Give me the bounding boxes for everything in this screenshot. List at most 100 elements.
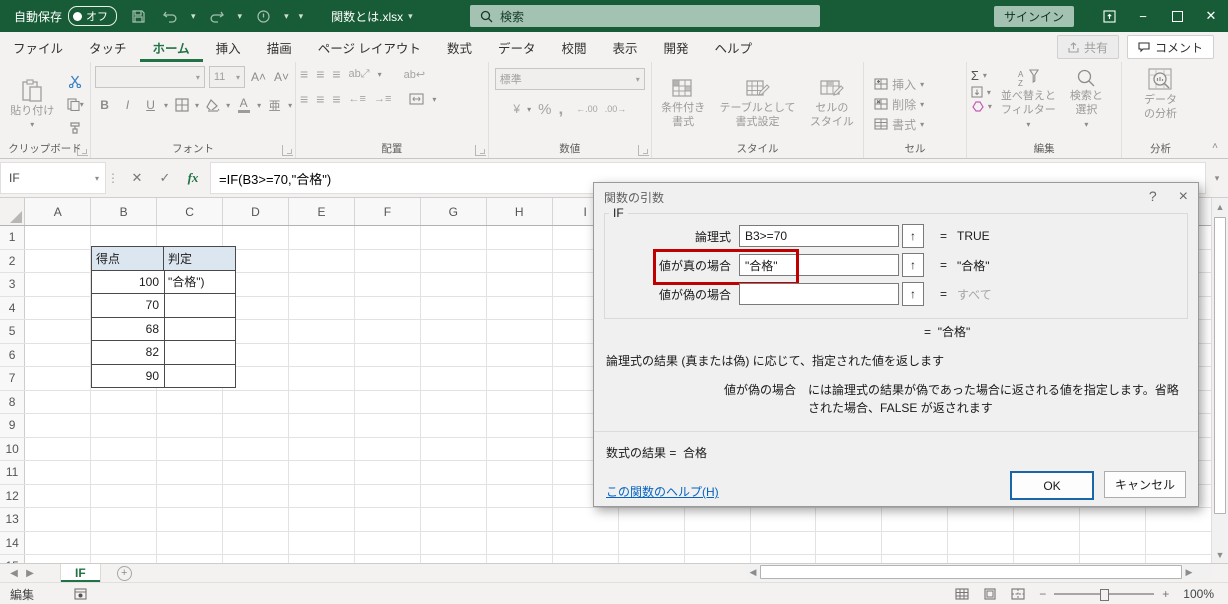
cell[interactable] — [91, 438, 157, 461]
cell[interactable] — [1080, 508, 1146, 531]
format-painter-icon[interactable] — [66, 117, 85, 137]
font-color-icon[interactable]: A — [234, 95, 253, 115]
cell[interactable] — [157, 461, 223, 484]
touch-mode-icon[interactable] — [252, 5, 274, 27]
cell[interactable] — [948, 508, 1014, 531]
cell[interactable] — [685, 555, 751, 563]
increase-decimal-icon[interactable]: ←.00 — [576, 104, 598, 114]
number-dialog-launcher[interactable] — [638, 145, 649, 156]
fill-button[interactable]: ▾ — [971, 86, 992, 98]
cell[interactable] — [1014, 555, 1080, 563]
row-header-7[interactable]: 7 — [0, 367, 25, 390]
zoom-level[interactable]: 100% — [1183, 587, 1214, 601]
cell[interactable] — [289, 508, 355, 531]
cell[interactable] — [487, 250, 553, 273]
phonetic-icon[interactable]: 亜 — [265, 95, 284, 115]
conditional-formatting-button[interactable]: 条件付き 書式 — [656, 76, 710, 132]
cell[interactable] — [289, 273, 355, 296]
row-header-4[interactable]: 4 — [0, 297, 25, 320]
decrease-decimal-icon[interactable]: .00→ — [605, 104, 627, 114]
cell[interactable] — [355, 320, 421, 343]
cell[interactable] — [355, 555, 421, 563]
column-header-H[interactable]: H — [487, 198, 553, 225]
underline-button[interactable]: U — [141, 95, 160, 115]
cell[interactable] — [355, 508, 421, 531]
next-sheet-icon[interactable]: ▶ — [22, 568, 38, 579]
undo-dropdown-icon[interactable]: ▾ — [191, 11, 196, 22]
align-left-icon[interactable]: ≡ — [300, 91, 308, 107]
tab-ページ レイアウト[interactable]: ページ レイアウト — [305, 32, 434, 62]
vertical-scrollbar-thumb[interactable] — [1214, 217, 1226, 514]
comma-format-icon[interactable]: , — [558, 99, 563, 119]
vertical-scrollbar[interactable]: ▲ ▼ — [1211, 198, 1228, 563]
cell[interactable] — [355, 414, 421, 437]
arg-input-0[interactable]: B3>=70 — [739, 225, 899, 247]
cell[interactable] — [421, 273, 487, 296]
cell[interactable] — [25, 485, 91, 508]
undo-icon[interactable] — [159, 5, 181, 27]
cell[interactable] — [223, 414, 289, 437]
cell[interactable] — [1146, 532, 1212, 555]
cell[interactable] — [882, 532, 948, 555]
cell[interactable] — [355, 367, 421, 390]
horizontal-scrollbar-thumb[interactable] — [760, 565, 1182, 579]
score-cell[interactable]: 68 — [91, 317, 165, 342]
align-middle-icon[interactable]: ≡ — [316, 66, 324, 82]
cell[interactable] — [157, 532, 223, 555]
cell[interactable] — [157, 391, 223, 414]
cell[interactable] — [25, 297, 91, 320]
score-cell[interactable]: 82 — [91, 340, 165, 365]
cell[interactable] — [487, 555, 553, 563]
document-title[interactable]: 関数とは.xlsx▾ — [331, 8, 413, 25]
zoom-in-icon[interactable]: + — [1162, 587, 1169, 601]
cell[interactable] — [421, 555, 487, 563]
row-header-14[interactable]: 14 — [0, 532, 25, 555]
minimize-button[interactable]: − — [1126, 0, 1160, 32]
sheet-tab-if[interactable]: IF — [60, 564, 101, 582]
cell[interactable] — [289, 555, 355, 563]
cell[interactable] — [223, 438, 289, 461]
borders-icon[interactable] — [172, 95, 191, 115]
clipboard-dialog-launcher[interactable] — [77, 145, 88, 156]
comments-button[interactable]: コメント — [1127, 35, 1214, 59]
cell[interactable] — [355, 226, 421, 249]
cell[interactable] — [289, 438, 355, 461]
cell[interactable] — [289, 485, 355, 508]
cell[interactable] — [91, 555, 157, 563]
tab-開発[interactable]: 開発 — [651, 32, 702, 62]
table-header-cell[interactable]: 判定 — [163, 246, 236, 271]
currency-format-icon[interactable]: ¥ — [513, 102, 520, 116]
cell[interactable] — [619, 555, 685, 563]
cell[interactable] — [487, 344, 553, 367]
find-select-button[interactable]: 検索と 選択 ▾ — [1065, 66, 1108, 131]
cell[interactable] — [1080, 555, 1146, 563]
judge-cell[interactable]: "合格") — [164, 270, 236, 295]
cell[interactable] — [91, 414, 157, 437]
number-format-select[interactable]: 標準▾ — [495, 68, 645, 90]
cut-icon[interactable] — [66, 71, 85, 91]
fill-color-icon[interactable] — [203, 95, 222, 115]
fill-color-dropdown-icon[interactable]: ▾ — [226, 101, 230, 110]
judge-cell[interactable] — [164, 317, 236, 342]
cancel-formula-icon[interactable]: ✕ — [124, 165, 150, 191]
clear-button[interactable]: ▾ — [971, 101, 992, 112]
column-header-E[interactable]: E — [289, 198, 355, 225]
tab-描画[interactable]: 描画 — [254, 32, 305, 62]
cell[interactable] — [157, 485, 223, 508]
row-header-13[interactable]: 13 — [0, 508, 25, 531]
quick-access-customize-icon[interactable]: ▾ — [299, 11, 304, 22]
cell[interactable] — [25, 226, 91, 249]
collapse-dialog-icon[interactable]: ↑ — [902, 224, 924, 248]
redo-dropdown-icon[interactable]: ▾ — [238, 11, 243, 22]
column-header-F[interactable]: F — [355, 198, 421, 225]
cell[interactable] — [421, 344, 487, 367]
cell-styles-button[interactable]: セルの スタイル — [805, 76, 859, 132]
maximize-button[interactable] — [1160, 0, 1194, 32]
merge-center-icon[interactable] — [409, 93, 424, 105]
autosave-switch[interactable]: オフ — [68, 6, 117, 26]
orientation-icon[interactable]: ab⤢ — [349, 68, 370, 81]
expand-formula-bar-icon[interactable]: ▾ — [1206, 159, 1228, 197]
scroll-right-icon[interactable]: ▶ — [1182, 567, 1196, 578]
cell[interactable] — [1146, 508, 1212, 531]
cell[interactable] — [553, 532, 619, 555]
